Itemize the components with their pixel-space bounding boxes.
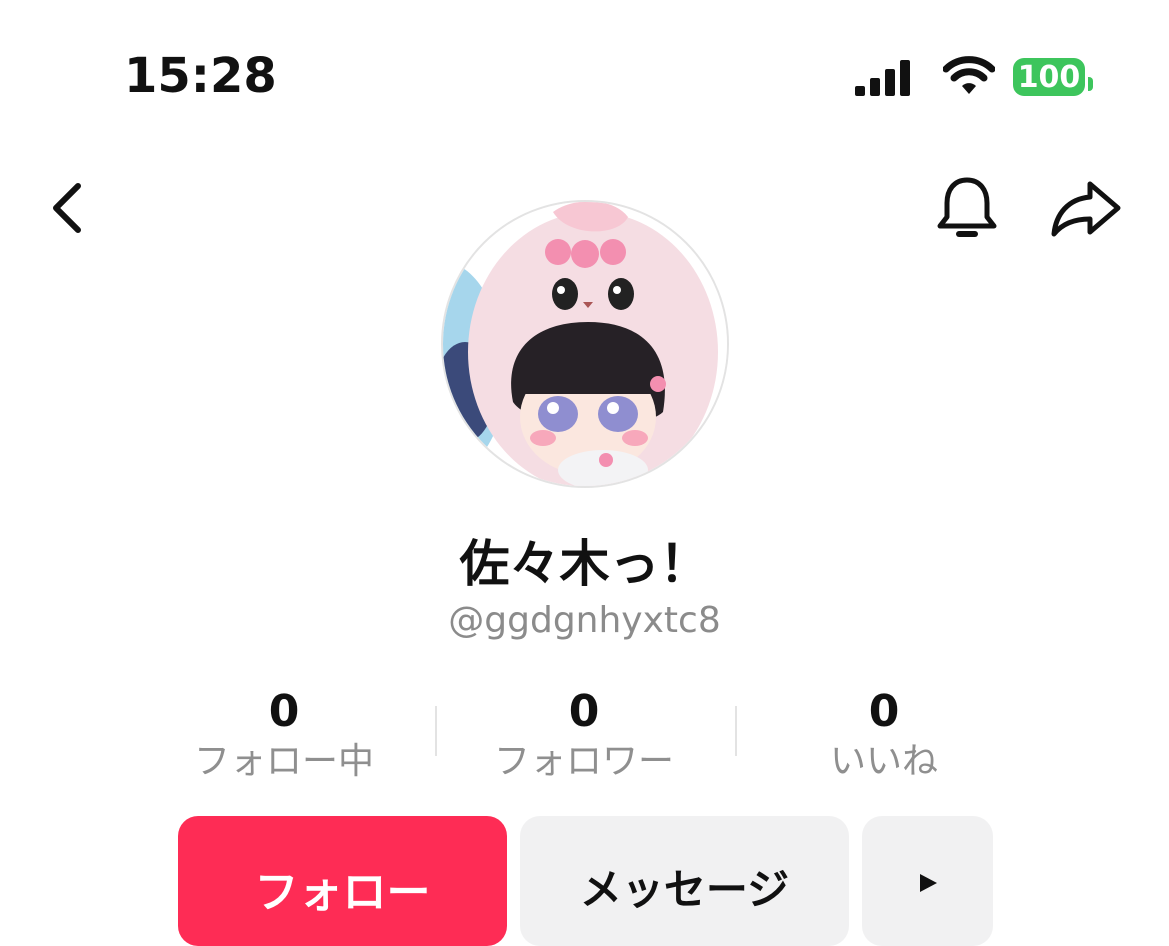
- share-arrow-icon: [1051, 181, 1121, 237]
- stat-likes[interactable]: 0 いいね: [734, 688, 1034, 786]
- battery-level: 100: [1017, 59, 1081, 95]
- cellular-signal-icon: [855, 60, 910, 96]
- profile-avatar[interactable]: [441, 200, 729, 488]
- more-options-button[interactable]: [862, 816, 993, 946]
- bell-icon: [937, 177, 997, 237]
- followers-count: 0: [568, 686, 600, 737]
- wifi-icon: [943, 56, 995, 94]
- notification-bell-button[interactable]: [932, 174, 1002, 244]
- battery-nub: [1088, 77, 1093, 91]
- message-button[interactable]: メッセージ: [520, 816, 849, 946]
- following-count: 0: [268, 686, 300, 737]
- display-name: 佐々木っ！: [459, 535, 710, 593]
- stat-followers[interactable]: 0 フォロワー: [434, 688, 734, 786]
- username: @ggdgnhyxtc8: [448, 600, 721, 641]
- avatar-illustration: [443, 202, 727, 486]
- battery-indicator: 100: [1013, 58, 1093, 96]
- triangle-right-icon: [919, 874, 937, 892]
- follow-button[interactable]: フォロー: [178, 816, 507, 946]
- back-button[interactable]: [44, 178, 94, 238]
- status-time: 15:28: [124, 48, 277, 104]
- likes-count: 0: [868, 686, 900, 737]
- followers-label: フォロワー: [493, 741, 674, 782]
- chevron-left-icon: [53, 183, 81, 233]
- likes-label: いいね: [829, 741, 938, 782]
- following-label: フォロー中: [193, 741, 374, 782]
- share-button[interactable]: [1048, 178, 1124, 240]
- stat-following[interactable]: 0 フォロー中: [134, 688, 434, 786]
